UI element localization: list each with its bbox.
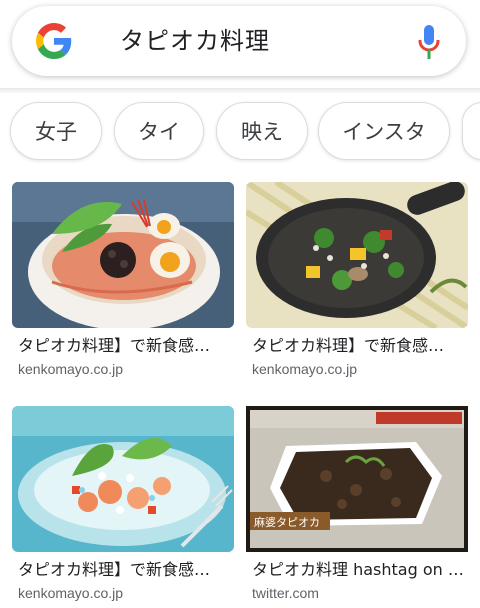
chip-label: 女子 <box>35 120 77 144</box>
chip-label: 映え <box>241 120 283 144</box>
result-source: kenkomayo.co.jp <box>18 361 124 377</box>
chip-joshi[interactable]: 女子 <box>10 102 102 160</box>
result-thumbnail[interactable] <box>246 182 468 328</box>
tv-caption: 麻婆タピオカ <box>254 515 320 529</box>
result-title: タピオカ料理】で新食感… <box>18 336 211 355</box>
google-logo-icon[interactable] <box>36 23 72 59</box>
result-title: タピオカ料理 hashtag on … <box>252 560 464 579</box>
chip-insta[interactable]: インスタ <box>318 102 450 160</box>
chip-tai[interactable]: タイ <box>114 102 204 160</box>
result-thumbnail[interactable] <box>12 182 234 328</box>
result-source: twitter.com <box>252 585 319 601</box>
search-bar[interactable]: タピオカ料理 <box>12 6 466 76</box>
header-divider <box>0 88 480 94</box>
tapioca-skillet-image <box>246 182 468 328</box>
tapioca-shrimp-salad-image <box>12 406 234 552</box>
filter-chips-row: 女子 タイ 映え インスタ <box>0 102 480 164</box>
result-title: タピオカ料理】で新食感… <box>252 336 445 355</box>
tapioca-ramen-image <box>12 182 234 328</box>
result-title: タピオカ料理】で新食感… <box>18 560 211 579</box>
mapo-tapioca-tv-image: 麻婆タピオカ <box>246 406 468 552</box>
chip-partial[interactable] <box>462 102 480 160</box>
result-source: kenkomayo.co.jp <box>252 361 358 377</box>
chip-label: インスタ <box>342 120 426 144</box>
microphone-icon[interactable] <box>418 25 440 59</box>
search-query-text[interactable]: タピオカ料理 <box>120 27 270 55</box>
result-thumbnail[interactable] <box>12 406 234 552</box>
result-thumbnail[interactable]: 麻婆タピオカ <box>246 406 468 552</box>
chip-label: タイ <box>138 120 180 144</box>
chip-bae[interactable]: 映え <box>216 102 308 160</box>
result-source: kenkomayo.co.jp <box>18 585 124 601</box>
